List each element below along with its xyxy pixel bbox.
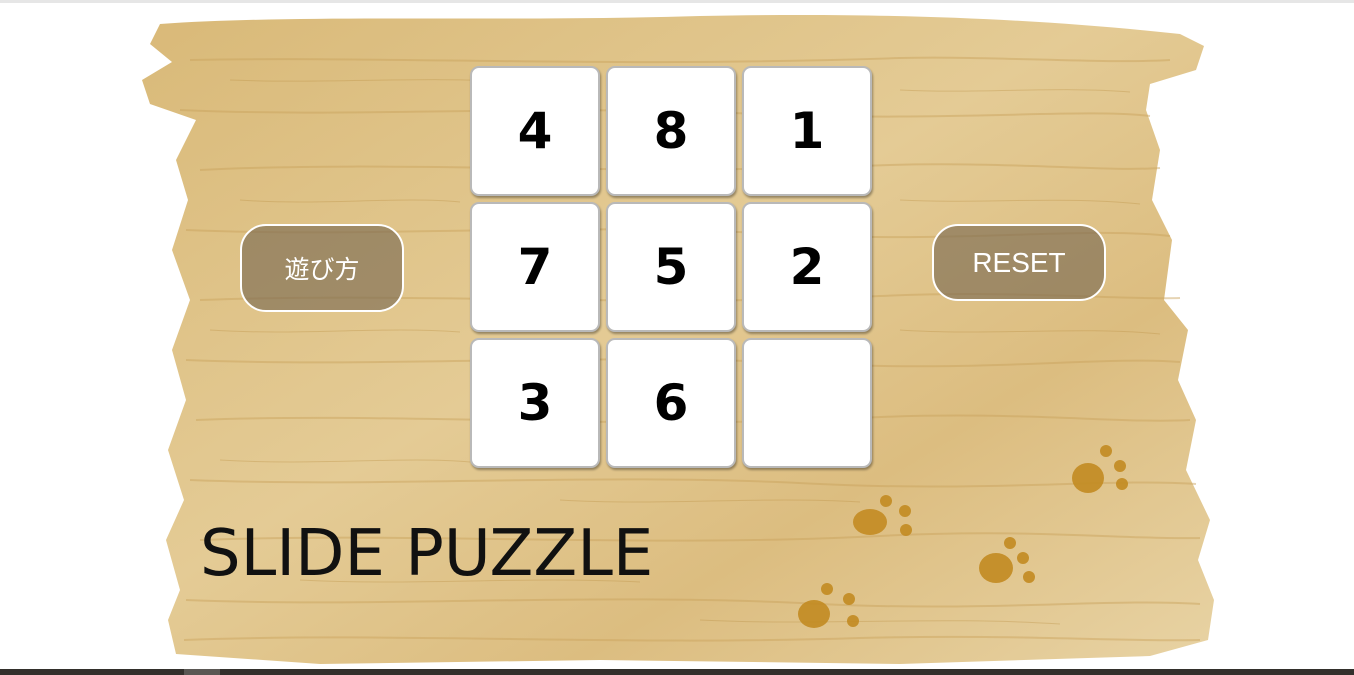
empty-tile[interactable] <box>742 338 872 468</box>
game-title: SLIDE PUZZLE <box>200 517 654 591</box>
puzzle-tile[interactable]: 8 <box>606 66 736 196</box>
scrollbar-thumb[interactable] <box>184 669 220 675</box>
puzzle-grid: 4 8 1 7 5 2 3 6 <box>468 64 878 474</box>
puzzle-tile[interactable]: 4 <box>470 66 600 196</box>
puzzle-tile[interactable]: 5 <box>606 202 736 332</box>
reset-button[interactable]: RESET <box>932 224 1106 301</box>
puzzle-tile[interactable]: 7 <box>470 202 600 332</box>
horizontal-scrollbar[interactable] <box>0 669 1354 675</box>
reset-label: RESET <box>972 246 1066 278</box>
puzzle-tile[interactable]: 6 <box>606 338 736 468</box>
how-to-play-button[interactable]: 遊び方 <box>240 224 404 312</box>
how-to-play-label: 遊び方 <box>284 255 360 284</box>
game-stage: 遊び方 RESET 4 8 1 7 5 2 3 6 SLIDE PUZZLE <box>0 0 1354 675</box>
puzzle-tile[interactable]: 1 <box>742 66 872 196</box>
puzzle-tile[interactable]: 3 <box>470 338 600 468</box>
puzzle-tile[interactable]: 2 <box>742 202 872 332</box>
